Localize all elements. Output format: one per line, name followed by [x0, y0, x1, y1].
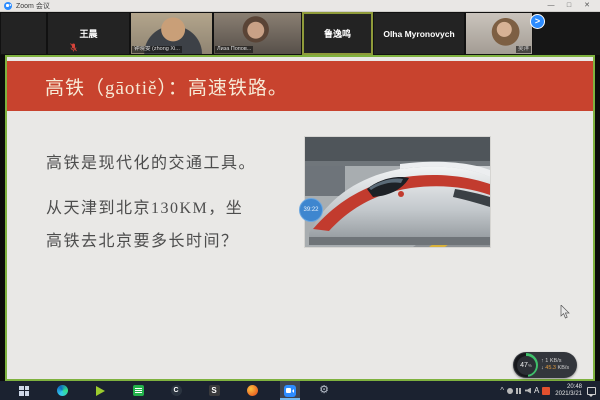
tray-expand-icon[interactable]: ^	[500, 386, 504, 395]
volume-icon[interactable]	[525, 388, 531, 394]
taskbar-browser-icon[interactable]: C	[166, 381, 186, 400]
cpu-percent: 47	[520, 362, 528, 369]
taskbar-player-icon[interactable]	[90, 381, 110, 400]
maximize-button[interactable]: □	[560, 0, 578, 11]
taskbar-settings-icon[interactable]: ⚙	[314, 381, 334, 400]
upload-rate: ↑ 1 KB/s	[541, 358, 573, 365]
participant-tile-luyiming-active-speaker[interactable]: 鲁逸鸣	[302, 12, 373, 55]
shared-slide: 高铁（gāotiě）：高速铁路。 高铁是现代化的交通工具。 从天津到北京130K…	[5, 55, 595, 381]
window-titlebar: Zoom 会议 — □ ✕	[0, 0, 600, 12]
network-icon[interactable]	[516, 388, 522, 394]
taskbar-zoom-icon-active[interactable]	[280, 381, 300, 400]
participant-tile-olha[interactable]: Olha Myronovych	[373, 12, 465, 55]
participant-name: Olha Myronovych	[374, 13, 464, 54]
ime-indicator[interactable]: A	[534, 386, 539, 395]
participant-name: 王晨	[48, 13, 129, 54]
cpu-gauge: 47%	[514, 353, 538, 377]
timer-badge: 39:22	[299, 198, 323, 222]
participant-tile-liza[interactable]: Лиза Попов...	[213, 12, 302, 55]
zoom-meeting-window: Zoom 会议 — □ ✕ 王晨 钟晓雯 (zhong Xi... Лиза П…	[0, 0, 600, 400]
taskbar-notes-icon[interactable]	[128, 381, 148, 400]
participant-name: 钟晓雯 (zhong Xi...	[132, 46, 182, 53]
slide-body-line: 高铁去北京要多长时间？	[46, 227, 239, 251]
action-center-icon[interactable]	[587, 387, 596, 395]
windows-logo-icon	[19, 386, 29, 396]
next-participants-button[interactable]: >	[530, 14, 545, 29]
taskbar-sogou-icon[interactable]: S	[204, 381, 224, 400]
windows-taskbar: C S ⚙ ^ A 20:48 2021/3/21	[0, 381, 600, 400]
screen-share-area: 高铁（gāotiě）：高速铁路。 高铁是现代化的交通工具。 从天津到北京130K…	[0, 55, 600, 381]
slide-body-line: 从天津到北京130KM，坐	[46, 194, 243, 218]
system-tray: ^ A 20:48 2021/3/21	[500, 384, 600, 398]
tray-icon-1[interactable]	[507, 388, 513, 394]
tray-security-icon[interactable]	[542, 387, 550, 395]
participant-filmstrip: 王晨 钟晓雯 (zhong Xi... Лиза Попов... 鲁逸鸣 Ol…	[0, 12, 600, 55]
high-speed-train-photo	[305, 137, 490, 247]
participant-name: 鲁逸鸣	[304, 14, 371, 53]
participant-name: Лиза Попов...	[215, 46, 253, 53]
taskbar-firefox-icon[interactable]	[242, 381, 262, 400]
close-button[interactable]: ✕	[578, 0, 596, 11]
slide-title-banner: 高铁（gāotiě）：高速铁路。	[7, 61, 593, 111]
download-rate: ↓ 45.3 KB/s	[541, 365, 573, 372]
participant-tile-zhongxiaowen[interactable]: 钟晓雯 (zhong Xi...	[130, 12, 213, 55]
slide-body-line: 高铁是现代化的交通工具。	[46, 149, 256, 173]
clock-time: 20:48	[555, 384, 582, 391]
participant-tile[interactable]	[0, 12, 47, 55]
slide-title: 高铁（gāotiě）：高速铁路。	[7, 73, 288, 100]
minimize-button[interactable]: —	[542, 0, 560, 11]
muted-mic-icon	[70, 43, 77, 52]
system-monitor-widget[interactable]: 47% ↑ 1 KB/s ↓ 45.3 KB/s	[513, 352, 577, 378]
participant-tile-wangchen[interactable]: 王晨	[47, 12, 130, 55]
clock-date: 2021/3/21	[555, 391, 582, 398]
participant-name: 吴洋	[516, 46, 531, 53]
zoom-app-icon	[4, 2, 12, 10]
participant-tile-wuyang[interactable]: 吴洋	[465, 12, 533, 55]
taskbar-edge-icon[interactable]	[52, 381, 72, 400]
window-title: Zoom 会议	[16, 1, 542, 11]
mouse-cursor	[560, 305, 570, 319]
taskbar-clock[interactable]: 20:48 2021/3/21	[553, 384, 584, 398]
start-button[interactable]	[14, 381, 34, 400]
